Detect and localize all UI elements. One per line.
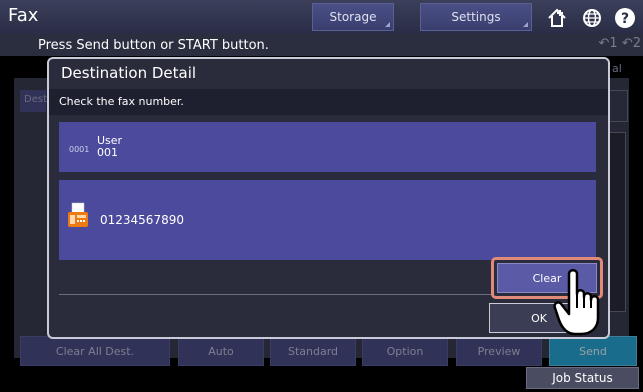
entry-number: 0001 bbox=[69, 145, 90, 154]
fax-machine-icon bbox=[68, 202, 88, 227]
tab-corner-icon bbox=[385, 22, 390, 27]
help-icon[interactable]: ? bbox=[612, 5, 638, 31]
home-add-icon[interactable] bbox=[544, 5, 570, 31]
destination-entry-card: 0001 User 001 bbox=[59, 122, 596, 172]
globe-icon[interactable] bbox=[579, 5, 605, 31]
tab-settings-label: Settings bbox=[451, 10, 501, 24]
job-status-button[interactable]: Job Status bbox=[526, 367, 639, 389]
line-indicators: ↶1 ↶2 bbox=[598, 36, 641, 51]
destination-detail-dialog: Destination Detail Check the fax number.… bbox=[47, 57, 610, 339]
tab-corner-icon bbox=[523, 22, 528, 27]
entry-name: User 001 bbox=[97, 135, 122, 159]
fax-number-card: 01234567890 bbox=[59, 180, 596, 260]
dialog-subtitle: Check the fax number. bbox=[59, 95, 184, 108]
tab-storage-label: Storage bbox=[329, 10, 377, 24]
entry-name-line2: 001 bbox=[97, 146, 118, 159]
app-title: Fax bbox=[8, 5, 39, 26]
svg-text:?: ? bbox=[621, 11, 629, 27]
fax-number: 01234567890 bbox=[100, 213, 184, 227]
tab-storage[interactable]: Storage bbox=[312, 3, 394, 31]
dialog-title: Destination Detail bbox=[61, 64, 197, 82]
status-message: Press Send button or START button. bbox=[38, 38, 269, 53]
pointing-hand-icon bbox=[553, 269, 600, 336]
tab-settings[interactable]: Settings bbox=[420, 3, 532, 31]
